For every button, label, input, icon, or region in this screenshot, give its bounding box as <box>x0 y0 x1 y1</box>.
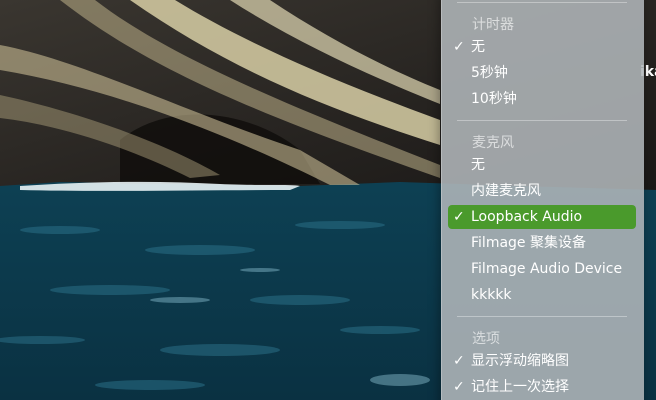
checkmark-icon: ✓ <box>453 379 465 395</box>
checkmark-icon: ✓ <box>453 353 465 369</box>
option-remember-last-selection[interactable]: ✓ 记住上一次选择 <box>448 375 636 399</box>
microphone-section-title: 麦克风 <box>472 135 514 151</box>
mic-item-kkkkk[interactable]: kkkkk <box>448 283 636 307</box>
option-show-floating-thumbnail[interactable]: ✓ 显示浮动缩略图 <box>448 349 636 373</box>
timer-item-10s[interactable]: 10秒钟 <box>448 87 636 111</box>
mic-item-filmage-aggregate[interactable]: Filmage 聚集设备 <box>448 231 636 255</box>
mic-item-built-in[interactable]: 内建麦克风 <box>448 179 636 203</box>
mic-item-none[interactable]: 无 <box>448 153 636 177</box>
options-dropdown-menu: 计时器 ✓ 无 5秒钟 10秒钟 麦克风 无 内建麦克风 ✓ Loopback … <box>441 0 644 400</box>
mic-item-loopback-audio[interactable]: ✓ Loopback Audio <box>448 205 636 229</box>
checkmark-icon: ✓ <box>453 39 465 55</box>
timer-item-5s[interactable]: 5秒钟 <box>448 61 636 85</box>
options-section-title: 选项 <box>472 331 500 347</box>
checkmark-icon: ✓ <box>453 209 465 225</box>
menu-separator <box>457 2 627 3</box>
timer-section-title: 计时器 <box>472 17 514 33</box>
menu-separator <box>457 316 627 317</box>
background-window-edge <box>643 0 656 400</box>
timer-item-none[interactable]: ✓ 无 <box>448 35 636 59</box>
menu-separator <box>457 120 627 121</box>
desktop: ika 计时器 ✓ 无 5秒钟 10秒钟 麦克风 无 内建麦克风 ✓ Loopb… <box>0 0 656 400</box>
mic-item-filmage-audio-device[interactable]: Filmage Audio Device <box>448 257 636 281</box>
